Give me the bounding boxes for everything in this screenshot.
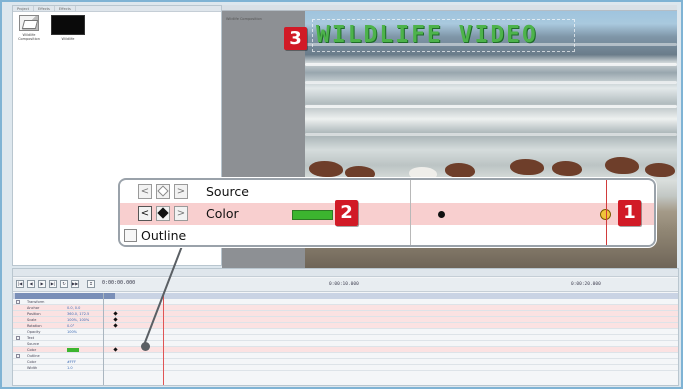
- keyframe-toggle-button[interactable]: [156, 184, 170, 199]
- next-keyframe-button[interactable]: >: [174, 206, 188, 221]
- property-row-outline[interactable]: Outline: [120, 225, 654, 245]
- property-row-source[interactable]: < > Source: [120, 181, 654, 203]
- step-badge-1: 1: [618, 200, 641, 226]
- keyframe-marker[interactable]: [438, 211, 445, 218]
- property-row-color[interactable]: < > Color: [120, 203, 654, 225]
- keyframe-toggle-button[interactable]: [156, 206, 170, 221]
- diamond-icon: [157, 185, 169, 197]
- prev-keyframe-button[interactable]: <: [138, 184, 152, 199]
- step-badge-3: 3: [284, 27, 307, 50]
- property-label: Outline: [141, 228, 187, 243]
- diamond-icon: [157, 207, 169, 219]
- column-divider: [410, 180, 411, 245]
- step-badge-2: 2: [335, 200, 358, 226]
- outline-checkbox[interactable]: [124, 229, 137, 242]
- color-swatch[interactable]: [292, 210, 333, 220]
- next-keyframe-button[interactable]: >: [174, 184, 188, 199]
- prev-keyframe-button[interactable]: <: [138, 206, 152, 221]
- zoomed-callout: < > Source < > Color Outline: [118, 178, 656, 247]
- screenshot-frame: Project Effects Effects Wildlife Composi…: [0, 0, 683, 389]
- current-time-indicator[interactable]: [606, 180, 607, 245]
- property-label: Source: [206, 184, 249, 199]
- property-label: Color: [206, 206, 239, 221]
